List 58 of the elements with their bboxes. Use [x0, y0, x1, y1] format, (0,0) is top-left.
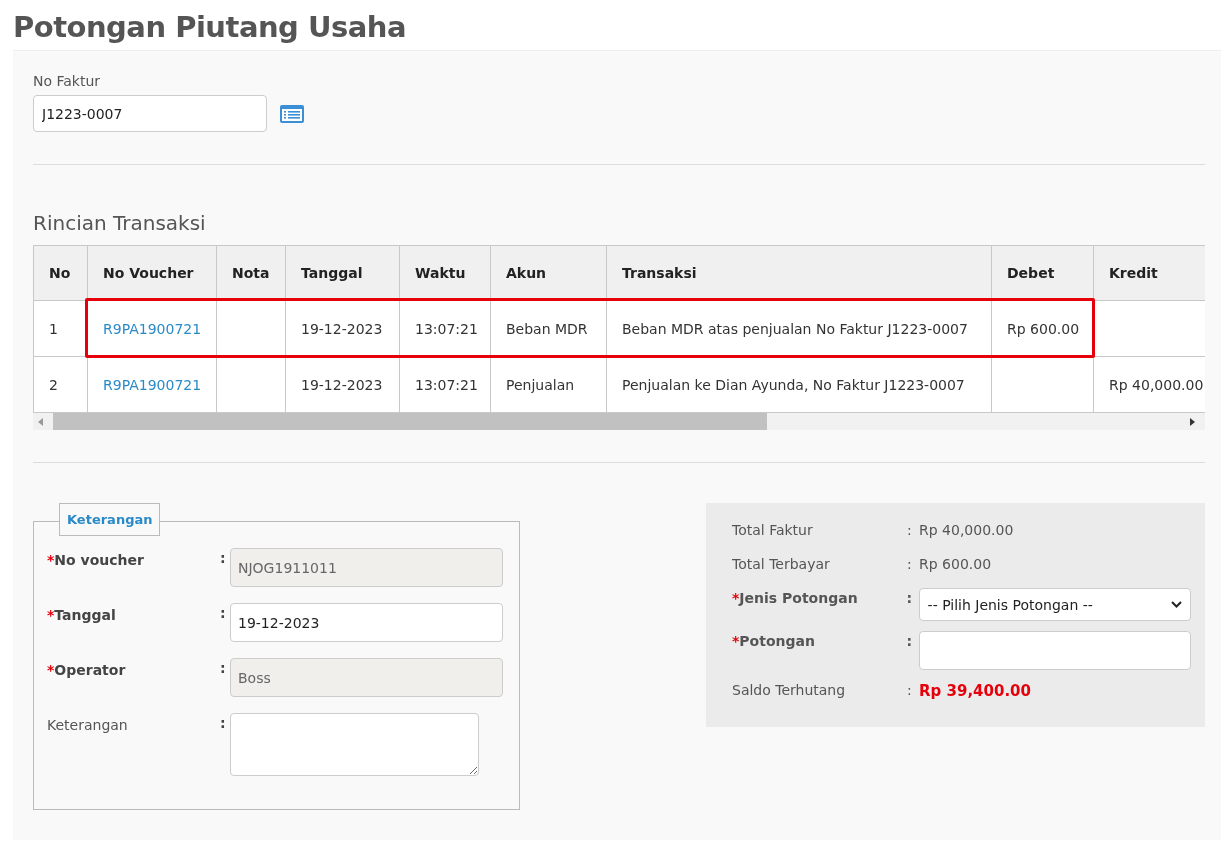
column-header: No Voucher — [87, 245, 217, 301]
table-cell: 1 — [49, 320, 58, 337]
column-header: No — [33, 245, 88, 301]
text-area[interactable] — [230, 713, 479, 776]
scroll-right-arrow-icon[interactable] — [1189, 417, 1195, 426]
input-field: NJOG1911011 — [230, 548, 503, 587]
table-cell: Rp 600.00 — [1007, 320, 1080, 337]
colon-label: : — [907, 555, 913, 572]
table-cell: Beban MDR atas penjualan No Faktur J1223-0007 — [622, 320, 968, 337]
column-header: Nota — [216, 245, 286, 301]
table-cell: 19-12-2023 — [301, 320, 383, 337]
field-label: Keterangan — [47, 716, 129, 733]
table-cell: 2 — [49, 376, 58, 393]
input-field[interactable] — [918, 631, 1191, 670]
table-cell: 13:07:21 — [415, 320, 478, 337]
field-label: *Jenis Potongan — [732, 589, 859, 606]
field-label: *No voucher — [47, 551, 145, 568]
colon-label: : — [907, 521, 913, 538]
field-label: Saldo Terhutang — [732, 681, 847, 698]
page-title: Potongan Piutang Usaha — [13, 9, 408, 46]
value-text: Rp 40,000.00 — [919, 521, 1014, 538]
colon-label: : — [220, 549, 227, 566]
field-label: Total Faktur — [732, 521, 814, 538]
table-cell: 13:07:21 — [415, 376, 478, 393]
table-cell: Rp 40,000.00 — [1109, 376, 1204, 393]
table-cell: Beban MDR — [506, 320, 588, 337]
field-label: *Operator — [47, 661, 127, 678]
chevron-down-icon — [1171, 601, 1182, 608]
scroll-left-arrow-icon[interactable] — [38, 417, 44, 426]
section-title: Rincian Transaksi — [33, 211, 207, 235]
field-label: Total Terbayar — [732, 555, 831, 572]
horizontal-scrollbar[interactable] — [33, 413, 1205, 430]
colon-label: : — [907, 681, 913, 698]
legend-label: Keterangan — [59, 503, 161, 536]
colon-label: : — [906, 589, 914, 606]
value-text: Rp 600.00 — [919, 555, 992, 572]
column-header: Waktu — [399, 245, 491, 301]
input-field[interactable]: 19-12-2023 — [230, 603, 503, 642]
select-dropdown[interactable]: -- Pilih Jenis Potongan -- — [918, 588, 1191, 621]
colon-label: : — [220, 604, 227, 621]
invoice-field[interactable]: J1223-0007 — [33, 95, 267, 132]
field-label: *Tanggal — [47, 606, 117, 623]
table-cell: Penjualan ke Dian Ayunda, No Faktur J1223-0007 — [622, 376, 965, 393]
column-header: Tanggal — [285, 245, 400, 301]
column-header: Debet — [991, 245, 1094, 301]
table-cell: 19-12-2023 — [301, 376, 383, 393]
column-header: Transaksi — [606, 245, 992, 301]
field-label: No Faktur — [33, 73, 102, 89]
total-value: Rp 39,400.00 — [919, 681, 1031, 700]
list-icon[interactable] — [279, 103, 305, 124]
table-cell: Penjualan — [506, 376, 575, 393]
colon-label: : — [906, 632, 914, 649]
colon-label: : — [220, 659, 227, 676]
field-label: *Potongan — [732, 632, 816, 649]
column-header: Akun — [490, 245, 607, 301]
column-header: Kredit — [1093, 245, 1205, 301]
input-field: Boss — [230, 658, 503, 697]
colon-label: : — [220, 714, 227, 731]
